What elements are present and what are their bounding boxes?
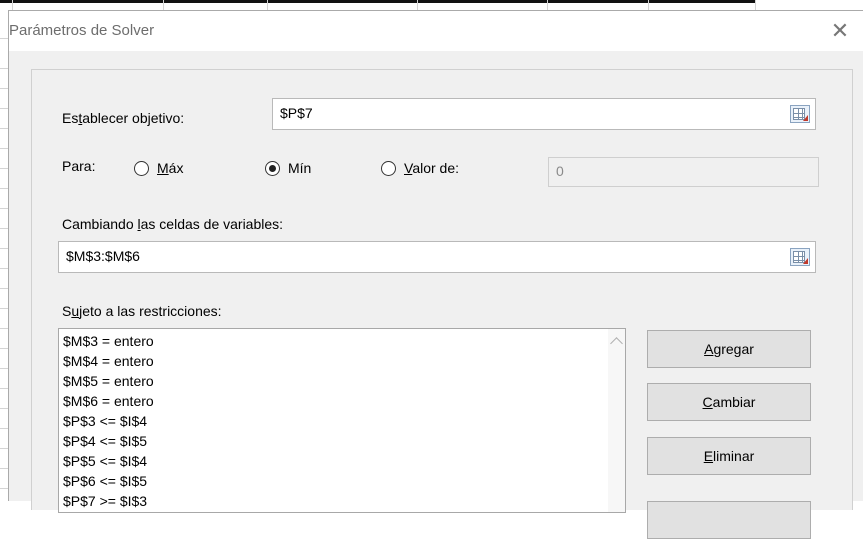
radio-value-of[interactable]: [381, 161, 396, 176]
list-item[interactable]: $P$6 <= $I$5: [63, 471, 625, 491]
delete-button[interactable]: Eliminar: [647, 437, 811, 475]
dialog-titlebar: Parámetros de Solver ✕: [9, 11, 863, 51]
list-item[interactable]: $M$6 = entero: [63, 391, 625, 411]
para-label: Para:: [62, 158, 96, 174]
selected-range-border: [0, 0, 755, 3]
value-of-input[interactable]: 0: [548, 157, 819, 187]
close-icon[interactable]: ✕: [828, 19, 852, 43]
variables-value: $M$3:$M$6: [66, 248, 140, 264]
variables-input[interactable]: $M$3:$M$6: [58, 241, 816, 273]
constraints-scrollbar[interactable]: [608, 329, 625, 512]
reset-button[interactable]: [647, 501, 811, 539]
objective-value: $P$7: [280, 105, 313, 121]
list-item[interactable]: $P$4 <= $I$5: [63, 431, 625, 451]
objective-label: Establecer objetivo:: [62, 110, 185, 126]
variables-label: Cambiando las celdas de variables:: [62, 216, 284, 232]
radio-value-of-label[interactable]: Valor de:: [404, 160, 459, 176]
constraints-label: Sujeto a las restricciones:: [62, 303, 222, 319]
radio-min-label[interactable]: Mín: [288, 160, 311, 176]
list-item[interactable]: $P$7 >= $I$3: [63, 491, 625, 511]
dialog-content-frame: Establecer objetivo: $P$7 Para: Máx Mín …: [31, 69, 853, 539]
radio-min[interactable]: [265, 161, 280, 176]
scroll-up-icon[interactable]: [610, 337, 623, 350]
radio-max-label[interactable]: Máx: [157, 160, 183, 176]
spreadsheet-header-strip: [0, 0, 863, 10]
list-item[interactable]: $M$4 = entero: [63, 351, 625, 371]
solver-parameters-dialog: Parámetros de Solver ✕ Establecer objeti…: [8, 10, 863, 539]
list-item[interactable]: $M$3 = entero: [63, 331, 625, 351]
radio-max[interactable]: [134, 161, 149, 176]
list-item[interactable]: $P$3 <= $I$4: [63, 411, 625, 431]
objective-input[interactable]: $P$7: [272, 98, 816, 130]
constraints-list[interactable]: $M$3 = entero $M$4 = entero $M$5 = enter…: [58, 328, 626, 513]
list-item[interactable]: $M$5 = entero: [63, 371, 625, 391]
variables-range-select-icon[interactable]: [790, 248, 810, 266]
value-of-value: 0: [556, 163, 564, 179]
dialog-title: Parámetros de Solver: [9, 22, 155, 39]
change-button[interactable]: Cambiar: [647, 383, 811, 421]
add-button[interactable]: Agregar: [647, 330, 811, 368]
list-item[interactable]: $P$5 <= $I$4: [63, 451, 625, 471]
objective-range-select-icon[interactable]: [790, 105, 810, 123]
